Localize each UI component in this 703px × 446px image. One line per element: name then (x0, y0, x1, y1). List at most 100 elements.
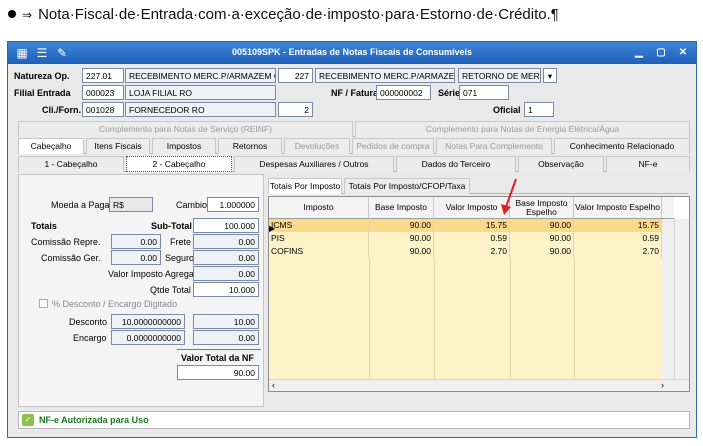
tab-dados-terceiro[interactable]: Dados do Terceiro (396, 156, 516, 172)
bullet-icon (8, 10, 16, 19)
table-cell: 90.00 (510, 219, 574, 232)
table-cell: 90.00 (510, 232, 574, 245)
cli-forn-label: Cli./Forn. (42, 105, 81, 115)
restore-button[interactable]: ▢ (652, 46, 670, 60)
document-heading: ⇒ Nota·Fiscal·de·Entrada·com·a·exceção·de… (6, 6, 696, 28)
row-filler (662, 219, 674, 379)
tab-notas-complemento[interactable]: Notas Para Complemento (436, 138, 552, 154)
minimize-button[interactable]: ▁ (630, 46, 648, 60)
cambio-field[interactable]: 1.000000 (207, 197, 259, 212)
horizontal-scrollbar[interactable]: ‹ › (269, 379, 689, 391)
table-row[interactable]: ICMS 90.00 15.75 90.00 15.75 (269, 219, 662, 232)
tab-conhecimento[interactable]: Conhecimento Relacionado (554, 138, 690, 154)
tab-cabecalho[interactable]: Cabeçalho (18, 138, 84, 154)
scroll-left-icon[interactable]: ‹ (272, 380, 275, 390)
table-cell: ICMS (269, 219, 369, 232)
encargo-rate-field[interactable]: 0.0000000000 (111, 330, 185, 345)
col-divider (574, 258, 575, 379)
valor-total-field: 90.00 (177, 365, 259, 380)
comissao-rep-field[interactable]: 0.00 (111, 234, 161, 249)
totals-panel: Moeda a Pagar R$ Cambio 1.000000 Totais … (18, 174, 264, 407)
status-bar: ✓ NF-e Autorizada para Uso (18, 411, 690, 429)
natureza-desc2-field: RECEBIMENTO MERC.P/ARMAZEM OU (315, 68, 455, 83)
cli-code-field[interactable]: 001028 (82, 102, 124, 117)
comissao-ger-field[interactable]: 0.00 (111, 250, 161, 265)
encargo-label: Encargo (73, 333, 107, 343)
nf-fatura-field[interactable]: 000000002 (376, 85, 431, 100)
tab-pedidos-compra[interactable]: Pedidos de compra (352, 138, 434, 154)
tab-despesas[interactable]: Despesas Auxiliares / Outros (234, 156, 394, 172)
tab-totais-por-imposto-cfop[interactable]: Totais Por Imposto/CFOP/Taxa (344, 178, 470, 194)
window-title: 005109SPK - Entradas de Notas Fiscais de… (231, 47, 473, 57)
tab-devolucoes[interactable]: Devoluções (284, 138, 350, 154)
nfe-status-icon: ✓ (22, 414, 34, 426)
table-cell: 90.00 (369, 219, 434, 232)
table-cell: 90.00 (369, 232, 434, 245)
serie-field[interactable]: 071 (459, 85, 509, 100)
col-header-base[interactable]: Base Imposto (369, 197, 434, 219)
tab-1-cabecalho[interactable]: 1 - Cabeçalho (18, 156, 124, 172)
tab-complemento-energia[interactable]: Complemento para Notas de Energia Elétri… (355, 121, 690, 137)
qtde-field: 10.000 (193, 282, 259, 297)
table-cell: COFINS (269, 245, 369, 258)
oficial-label: Oficial (493, 105, 521, 115)
table-cell: 0.59 (574, 232, 662, 245)
tab-observacao[interactable]: Observação (518, 156, 604, 172)
natureza-code-field[interactable]: 227.01 (82, 68, 124, 83)
table-cell: 0.59 (434, 232, 510, 245)
heading-text: Nota·Fiscal·de·Entrada·com·a·exceção·de·… (38, 6, 559, 23)
frete-label: Frete (170, 237, 192, 247)
subtotal-label: Sub-Total (151, 221, 192, 231)
tabs-sub-row: 1 - Cabeçalho 2 - Cabeçalho Despesas Aux… (18, 156, 690, 172)
col-divider (434, 258, 435, 379)
natureza-code2-field[interactable]: 227 (278, 68, 313, 83)
cambio-label: Cambio (176, 200, 208, 210)
scroll-right-icon[interactable]: › (661, 380, 664, 390)
table-cell: PIS (269, 232, 369, 245)
cli-name-field: FORNECEDOR RO (125, 102, 276, 117)
table-row[interactable]: PIS 90.00 0.59 90.00 0.59 (269, 232, 662, 245)
table-cell: 15.75 (574, 219, 662, 232)
tab-itens-fiscais[interactable]: Itens Fiscais (86, 138, 150, 154)
tab-2-cabecalho[interactable]: 2 - Cabeçalho (126, 156, 232, 172)
col-header-valor-espelho[interactable]: Valor Imposto Espelho (574, 197, 662, 219)
tab-complemento-reinf[interactable]: Complemento para Notas de Serviço (REINF… (18, 121, 353, 137)
vertical-scrollbar[interactable] (674, 219, 689, 379)
current-row-marker-icon: ▶ (269, 224, 276, 233)
pct-desconto-checkbox[interactable] (39, 299, 48, 308)
tab-totais-por-imposto[interactable]: Totais Por Imposto (268, 178, 342, 194)
arrow-icon: ⇒ (22, 8, 33, 22)
tab-impostos[interactable]: Impostos (152, 138, 216, 154)
qtde-label: Qtde Total (150, 285, 191, 295)
col-divider (369, 258, 370, 379)
desconto-rate-field[interactable]: 10.0000000000 (111, 314, 185, 329)
desconto-label: Desconto (69, 317, 108, 327)
subtotal-field: 100.000 (193, 218, 259, 233)
tabs-main-row: Cabeçalho Itens Fiscais Impostos Retorno… (18, 138, 690, 154)
tabs-top-row: Complemento para Notas de Serviço (REINF… (18, 121, 690, 137)
comissao-rep-label: Comissão Repre. (31, 237, 101, 247)
encargo-value-field[interactable]: 0.00 (193, 330, 259, 345)
frete-field[interactable]: 0.00 (193, 234, 259, 249)
oficial-field[interactable]: 1 (524, 102, 554, 117)
table-row[interactable]: COFINS 90.00 2.70 90.00 2.70 (269, 245, 662, 258)
total-divider (177, 349, 261, 350)
annotation-arrow-icon (501, 178, 517, 215)
tab-nfe[interactable]: NF-e (606, 156, 690, 172)
cli-seq-field[interactable]: 2 (278, 102, 313, 117)
filial-code-field[interactable]: 000023 (82, 85, 124, 100)
table-cell: 2.70 (434, 245, 510, 258)
tab-retornos[interactable]: Retornos (218, 138, 282, 154)
natureza-desc3-field: RETORNO DE MERCAI (458, 68, 541, 83)
table-cell: 15.75 (434, 219, 510, 232)
serie-label: Série (438, 88, 461, 98)
close-button[interactable]: ✕ (674, 46, 692, 60)
moeda-select[interactable]: R$ (109, 197, 153, 212)
valor-total-label: Valor Total da NF (181, 353, 254, 363)
seguro-field[interactable]: 0.00 (193, 250, 259, 265)
title-bar: ▦ ☰ ✎ 005109SPK - Entradas de Notas Fisc… (8, 42, 696, 64)
desconto-value-field[interactable]: 10.00 (193, 314, 259, 329)
chevron-down-icon[interactable]: ▾ (543, 68, 557, 83)
col-header-imposto[interactable]: Imposto (269, 197, 369, 219)
seguro-label: Seguro (165, 253, 195, 263)
